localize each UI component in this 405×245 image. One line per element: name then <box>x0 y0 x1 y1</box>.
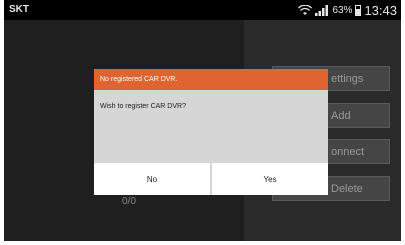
no-button[interactable]: No <box>94 163 210 195</box>
delete-button-label: Delete <box>331 182 363 195</box>
yes-button[interactable]: Yes <box>212 163 328 195</box>
dialog-message: Wish to register CAR DVR? <box>100 103 186 110</box>
connect-button-label: onnect <box>331 145 365 158</box>
yes-button-label: Yes <box>263 174 277 184</box>
battery-icon <box>355 5 362 16</box>
dialog-button-row: No Yes <box>94 163 328 195</box>
carrier-label: SKT <box>9 4 29 15</box>
no-button-label: No <box>146 174 158 184</box>
device-counter: 0/0 <box>122 196 136 207</box>
status-icons: 63% 13:43 <box>298 3 397 18</box>
settings-button-label: ettings <box>331 72 364 85</box>
add-button-label: Add <box>331 109 351 122</box>
device-frame: SKT 63% 13:43 ettings Add onnect Delete … <box>0 0 405 245</box>
wifi-icon <box>298 5 313 15</box>
status-bar: SKT 63% 13:43 <box>4 0 401 20</box>
battery-percent: 63% <box>332 5 353 16</box>
register-dialog: No registered CAR DVR. Wish to register … <box>94 69 328 195</box>
signal-icon <box>315 5 329 16</box>
screen: SKT 63% 13:43 ettings Add onnect Delete … <box>4 0 401 241</box>
clock: 13:43 <box>364 3 397 18</box>
dialog-title: No registered CAR DVR. <box>94 69 328 90</box>
dialog-title-text: No registered CAR DVR. <box>100 76 178 83</box>
